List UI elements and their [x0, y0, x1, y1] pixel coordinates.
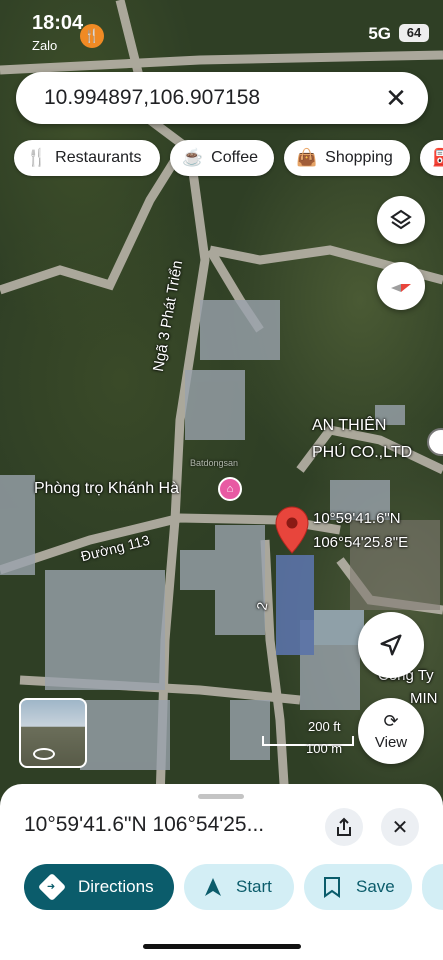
share-icon — [337, 817, 351, 836]
place-label-phong-tro[interactable]: Phòng trọ Khánh Hà — [34, 480, 179, 498]
directions-button[interactable]: ➜ Directions — [24, 864, 174, 910]
status-bar: 18:04 Zalo 🍴 5G 64 — [0, 0, 443, 60]
scale-imperial: 200 ft — [308, 719, 341, 734]
battery-indicator: 64 — [399, 24, 429, 42]
layers-button[interactable] — [377, 196, 425, 244]
my-location-button[interactable] — [358, 612, 424, 678]
fork-knife-icon: 🍴 — [26, 148, 48, 167]
status-time: 18:04 — [32, 12, 84, 34]
save-button[interactable]: Save — [304, 864, 412, 910]
pin-label-lng: 106°54'25.8"E — [313, 534, 409, 551]
status-app-label: Zalo — [32, 38, 58, 53]
bottom-sheet[interactable]: 10°59'41.6"N 106°54'25... ✕ ➜ Directions… — [0, 784, 443, 960]
navigation-arrow-icon — [205, 878, 221, 896]
more-actions-button[interactable] — [422, 864, 443, 910]
view-button-label: View — [374, 733, 408, 751]
chip-label: Restaurants — [55, 149, 142, 166]
chip-label: Shopping — [325, 149, 393, 166]
start-button[interactable]: Start — [184, 864, 294, 910]
chip-shopping[interactable]: 👜 Shopping — [284, 140, 410, 176]
compass-icon — [391, 284, 411, 292]
start-label: Start — [236, 877, 272, 896]
chip-coffee[interactable]: ☕ Coffee — [170, 140, 274, 176]
sheet-title: 10°59'41.6"N 106°54'25... — [24, 813, 265, 836]
chip-restaurants[interactable]: 🍴 Restaurants — [14, 140, 160, 176]
close-icon[interactable]: ✕ — [380, 82, 412, 114]
category-chips: 🍴 Restaurants ☕ Coffee 👜 Shopping ⛽ — [14, 140, 443, 178]
place-label-an-thien[interactable]: AN THIÊN — [312, 417, 386, 435]
compass-button[interactable] — [377, 262, 425, 310]
street-view-camera-icon: ⟳ — [383, 710, 399, 731]
sheet-drag-handle[interactable] — [198, 794, 244, 799]
close-sheet-button[interactable]: ✕ — [381, 808, 419, 846]
bookmark-icon — [324, 877, 340, 898]
pin-label-lat: 10°59'41.6"N — [313, 510, 401, 527]
shopping-bag-icon: 👜 — [296, 148, 318, 167]
share-button[interactable] — [325, 808, 363, 846]
scale-metric: 100 m — [306, 741, 343, 756]
view-button[interactable]: ⟳ View — [358, 698, 424, 764]
watermark: Batdongsan — [190, 458, 239, 468]
home-indicator — [143, 944, 301, 949]
coffee-cup-icon: ☕ — [182, 148, 204, 167]
navigation-arrow-icon — [380, 634, 402, 656]
chip-label: Coffee — [211, 149, 259, 166]
hotel-icon[interactable]: ⌂ — [218, 477, 242, 501]
directions-icon: ➜ — [37, 872, 67, 902]
layers-icon — [390, 209, 412, 230]
save-label: Save — [356, 877, 395, 896]
directions-label: Directions — [78, 877, 154, 896]
status-network: 5G — [368, 24, 391, 43]
food-app-icon: 🍴 — [80, 24, 104, 48]
search-query[interactable]: 10.994897,106.907158 — [44, 86, 260, 110]
close-icon: ✕ — [391, 816, 409, 839]
place-label-cong-ty-line2[interactable]: MIN — [410, 690, 438, 707]
location-pin-icon[interactable] — [275, 506, 309, 554]
rotate-360-icon — [33, 748, 55, 760]
chip-more[interactable]: ⛽ — [420, 140, 443, 176]
street-view-thumbnail[interactable] — [19, 698, 87, 768]
search-bar[interactable]: 10.994897,106.907158 ✕ — [16, 72, 428, 124]
place-label-an-thien-line2[interactable]: PHÚ CO.,LTD — [312, 444, 412, 462]
gas-station-icon: ⛽ — [432, 148, 443, 167]
